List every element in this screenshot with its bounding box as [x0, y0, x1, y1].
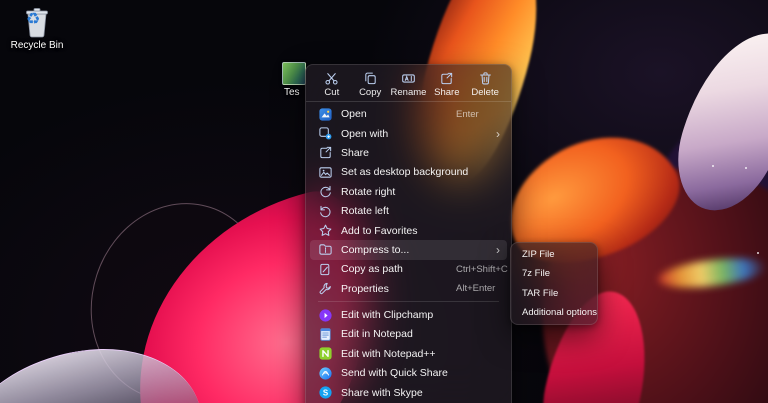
context-menu: Cut Copy Rename Share Delete Open Enter … [305, 64, 512, 403]
menu-item-label: Rotate right [341, 185, 396, 198]
menu-item-label: Send with Quick Share [341, 367, 448, 380]
menu-item-label: Properties [341, 282, 389, 295]
menu-item-edit-with-clipchamp[interactable]: Edit with Clipchamp [310, 305, 507, 324]
menu-item-label: Compress to... [341, 243, 410, 256]
recycle-bin-icon: ♻ [22, 6, 52, 38]
rotate-right-icon [318, 184, 333, 199]
menu-item-add-to-favorites[interactable]: Add to Favorites [310, 221, 507, 240]
menu-item-label: Edit with Clipchamp [341, 309, 434, 322]
chevron-right-icon: › [496, 126, 500, 141]
cut-icon [324, 71, 339, 86]
menu-item-properties[interactable]: Properties Alt+Enter [310, 279, 507, 298]
submenu-item-label: Additional options [522, 307, 597, 319]
copy-icon [363, 71, 378, 86]
menu-item-edit-in-notepad[interactable]: Edit in Notepad [310, 325, 507, 344]
context-menu-items: Open Enter Open with › Share Set as desk… [306, 102, 511, 402]
photos-app-icon [318, 107, 333, 122]
menu-item-compress-to[interactable]: Compress to... › [310, 240, 507, 260]
wallpaper-star [712, 165, 714, 167]
menu-item-copy-as-path[interactable]: Copy as path Ctrl+Shift+C [310, 260, 508, 279]
desktop-background-icon [318, 165, 333, 180]
chevron-right-icon: › [496, 242, 500, 257]
submenu-item-label: ZIP File [522, 249, 555, 261]
wallpaper-star [757, 252, 759, 254]
submenu-item-7z-file[interactable]: 7z File [514, 264, 594, 283]
skype-app-icon: S [318, 385, 333, 400]
menu-item-shortcut: Enter [456, 108, 479, 120]
desktop: ♻ Recycle Bin Tes Cut Copy Rename Share … [0, 0, 768, 403]
menu-item-send-with-quick-share[interactable]: Send with Quick Share [310, 364, 507, 383]
delete-label: Delete [471, 86, 499, 98]
menu-item-label: Share with Skype [341, 386, 423, 399]
menu-item-share-with-skype[interactable]: S Share with Skype [310, 383, 507, 402]
quick-actions-row: Cut Copy Rename Share Delete [306, 65, 511, 102]
share-button[interactable]: Share [428, 69, 465, 100]
recycle-arrows-icon: ♻ [26, 11, 41, 28]
notepad-app-icon [318, 327, 333, 342]
menu-item-label: Set as desktop background [341, 166, 469, 179]
rotate-left-icon [318, 204, 333, 219]
menu-item-label: Copy as path [341, 263, 403, 276]
delete-icon [478, 71, 493, 86]
menu-item-open[interactable]: Open Enter [310, 105, 507, 124]
open-with-icon [318, 126, 333, 141]
menu-item-label: Edit with Notepad++ [341, 347, 436, 360]
menu-item-label: Open with [341, 127, 389, 140]
menu-item-set-as-desktop-background[interactable]: Set as desktop background [310, 163, 507, 182]
rename-button[interactable]: Rename [390, 69, 427, 100]
submenu-item-zip-file[interactable]: ZIP File [514, 245, 594, 264]
submenu-item-label: TAR File [522, 287, 559, 299]
rename-label: Rename [390, 86, 427, 98]
copy-label: Copy [359, 86, 382, 98]
menu-item-label: Share [341, 146, 370, 159]
share-icon [318, 145, 333, 160]
compress-folder-icon [318, 242, 333, 257]
menu-item-label: Rotate left [341, 205, 389, 218]
svg-text:S: S [323, 388, 328, 397]
copy-path-icon [318, 262, 333, 277]
cut-button[interactable]: Cut [313, 69, 350, 100]
menu-item-label: Edit in Notepad [341, 328, 413, 341]
menu-item-share[interactable]: Share [310, 143, 507, 162]
menu-item-rotate-left[interactable]: Rotate left [310, 201, 507, 220]
properties-wrench-icon [318, 281, 333, 296]
menu-item-edit-with-notepadpp[interactable]: Edit with Notepad++ [310, 344, 507, 363]
favorites-star-icon [318, 223, 333, 238]
recycle-bin-desktop-icon[interactable]: ♻ Recycle Bin [8, 6, 66, 51]
compress-submenu: ZIP File 7z File TAR File Additional opt… [510, 242, 598, 326]
recycle-bin-label: Recycle Bin [10, 40, 64, 51]
submenu-item-tar-file[interactable]: TAR File [514, 284, 594, 303]
menu-item-shortcut: Alt+Enter [456, 283, 496, 295]
image-file-label: Tes [284, 87, 300, 98]
quick-share-app-icon [318, 366, 333, 381]
share-label: Share [434, 86, 460, 98]
copy-button[interactable]: Copy [352, 69, 389, 100]
notepadpp-app-icon [318, 346, 333, 361]
menu-item-label: Open [341, 108, 367, 121]
wallpaper-star [745, 167, 747, 169]
delete-button[interactable]: Delete [467, 69, 504, 100]
menu-item-open-with[interactable]: Open with › [310, 124, 507, 143]
image-file-thumbnail-icon [282, 62, 306, 85]
menu-separator [318, 301, 499, 303]
share-icon [439, 71, 454, 86]
menu-item-shortcut: Ctrl+Shift+C [456, 263, 508, 275]
submenu-item-label: 7z File [522, 268, 550, 280]
clipchamp-app-icon [318, 308, 333, 323]
submenu-item-additional-options[interactable]: Additional options [514, 303, 597, 322]
menu-item-label: Add to Favorites [341, 224, 418, 237]
cut-label: Cut [324, 86, 340, 98]
menu-item-rotate-right[interactable]: Rotate right [310, 182, 507, 201]
rename-icon [401, 71, 416, 86]
